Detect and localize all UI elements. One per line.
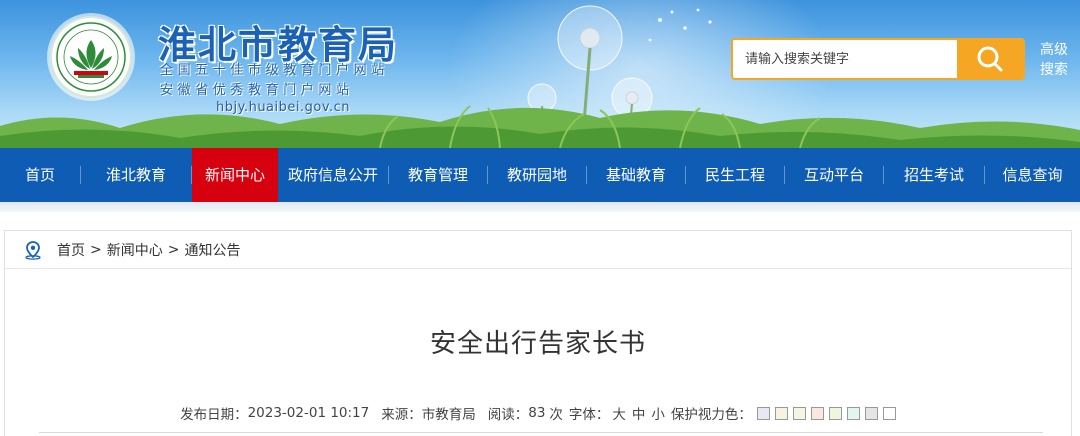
nav-item-admission[interactable]: 招生考试: [884, 148, 984, 202]
eye-color-swatch[interactable]: [882, 406, 896, 420]
font-size-large[interactable]: 大: [612, 403, 626, 423]
article-title: 安全出行告家长书: [429, 329, 646, 359]
font-size-small[interactable]: 小: [651, 403, 665, 423]
location-pin-icon: [23, 240, 43, 260]
nav-item-basic-education[interactable]: 基础教育: [587, 148, 685, 202]
breadcrumb-separator: >: [90, 241, 102, 258]
advanced-search-link[interactable]: 高级搜索: [1034, 40, 1074, 80]
font-size-medium[interactable]: 中: [632, 403, 646, 423]
search-input[interactable]: [733, 40, 959, 78]
publish-date: 2023-02-01 10:17: [247, 405, 370, 421]
nav-shadow-strip: [0, 202, 1080, 212]
view-count: 83: [528, 405, 546, 421]
breadcrumb-notices[interactable]: 通知公告: [184, 240, 240, 260]
eye-color-swatch[interactable]: [846, 406, 860, 420]
nav-item-info-query[interactable]: 信息查询: [985, 148, 1080, 202]
search-icon: [977, 46, 1003, 72]
nav-item-research[interactable]: 教研园地: [488, 148, 586, 202]
meta-divider: [39, 432, 1043, 433]
nav-item-news-center[interactable]: 新闻中心: [192, 148, 278, 202]
views-label: 阅读：: [487, 407, 529, 423]
search-button[interactable]: [957, 40, 1023, 78]
site-domain: hbjy.huaibei.gov.cn: [216, 100, 351, 115]
site-logo[interactable]: [50, 16, 132, 98]
eye-color-swatch[interactable]: [864, 406, 878, 420]
nav-item-edu-management[interactable]: 教育管理: [389, 148, 487, 202]
subtitle-award-1: 全国五十佳市级教育门户网站: [160, 63, 389, 78]
nav-item-home[interactable]: 首页: [0, 148, 80, 202]
date-label: 发布日期：: [180, 407, 248, 423]
breadcrumb-news-center[interactable]: 新闻中心: [107, 240, 163, 260]
breadcrumb-home[interactable]: 首页: [57, 240, 85, 260]
subtitle-award-2: 安徽省优秀教育门户网站: [160, 83, 354, 98]
eye-color-swatch[interactable]: [810, 406, 824, 420]
eye-protect-label: 保护视力色：: [670, 407, 752, 423]
article-source: 市教育局: [421, 407, 476, 423]
header-banner: 淮北市教育局 全国五十佳市级教育门户网站 安徽省优秀教育门户网站 hbjy.hu…: [0, 0, 1080, 148]
breadcrumb-separator: >: [167, 241, 180, 258]
nav-item-huaibei-education[interactable]: 淮北教育: [81, 148, 191, 202]
eye-color-swatch[interactable]: [828, 406, 842, 420]
eye-color-swatch[interactable]: [774, 406, 788, 420]
nav-item-gov-info[interactable]: 政府信息公开: [278, 148, 388, 202]
breadcrumb: 首页 > 新闻中心 > 通知公告: [5, 231, 1071, 269]
article-meta: 发布日期： 2023-02-01 10:17 来源： 市教育局 阅读： 83 次…: [5, 403, 1071, 423]
source-label: 来源：: [381, 407, 422, 423]
logo-emblem-icon: [56, 22, 126, 92]
views-unit: 次: [549, 407, 563, 423]
eye-color-swatch[interactable]: [792, 406, 806, 420]
search-box: [731, 38, 1025, 80]
main-nav: 首页 淮北教育 新闻中心 政府信息公开 教育管理 教研园地 基础教育 民生工程 …: [0, 148, 1080, 202]
font-size-label: 字体：: [568, 407, 610, 423]
eye-color-swatch[interactable]: [756, 406, 770, 420]
nav-item-interaction[interactable]: 互动平台: [785, 148, 883, 202]
article-container: 首页 > 新闻中心 > 通知公告 安全出行告家长书 发布日期： 2023-02-…: [4, 230, 1072, 436]
nav-item-livelihood[interactable]: 民生工程: [686, 148, 784, 202]
